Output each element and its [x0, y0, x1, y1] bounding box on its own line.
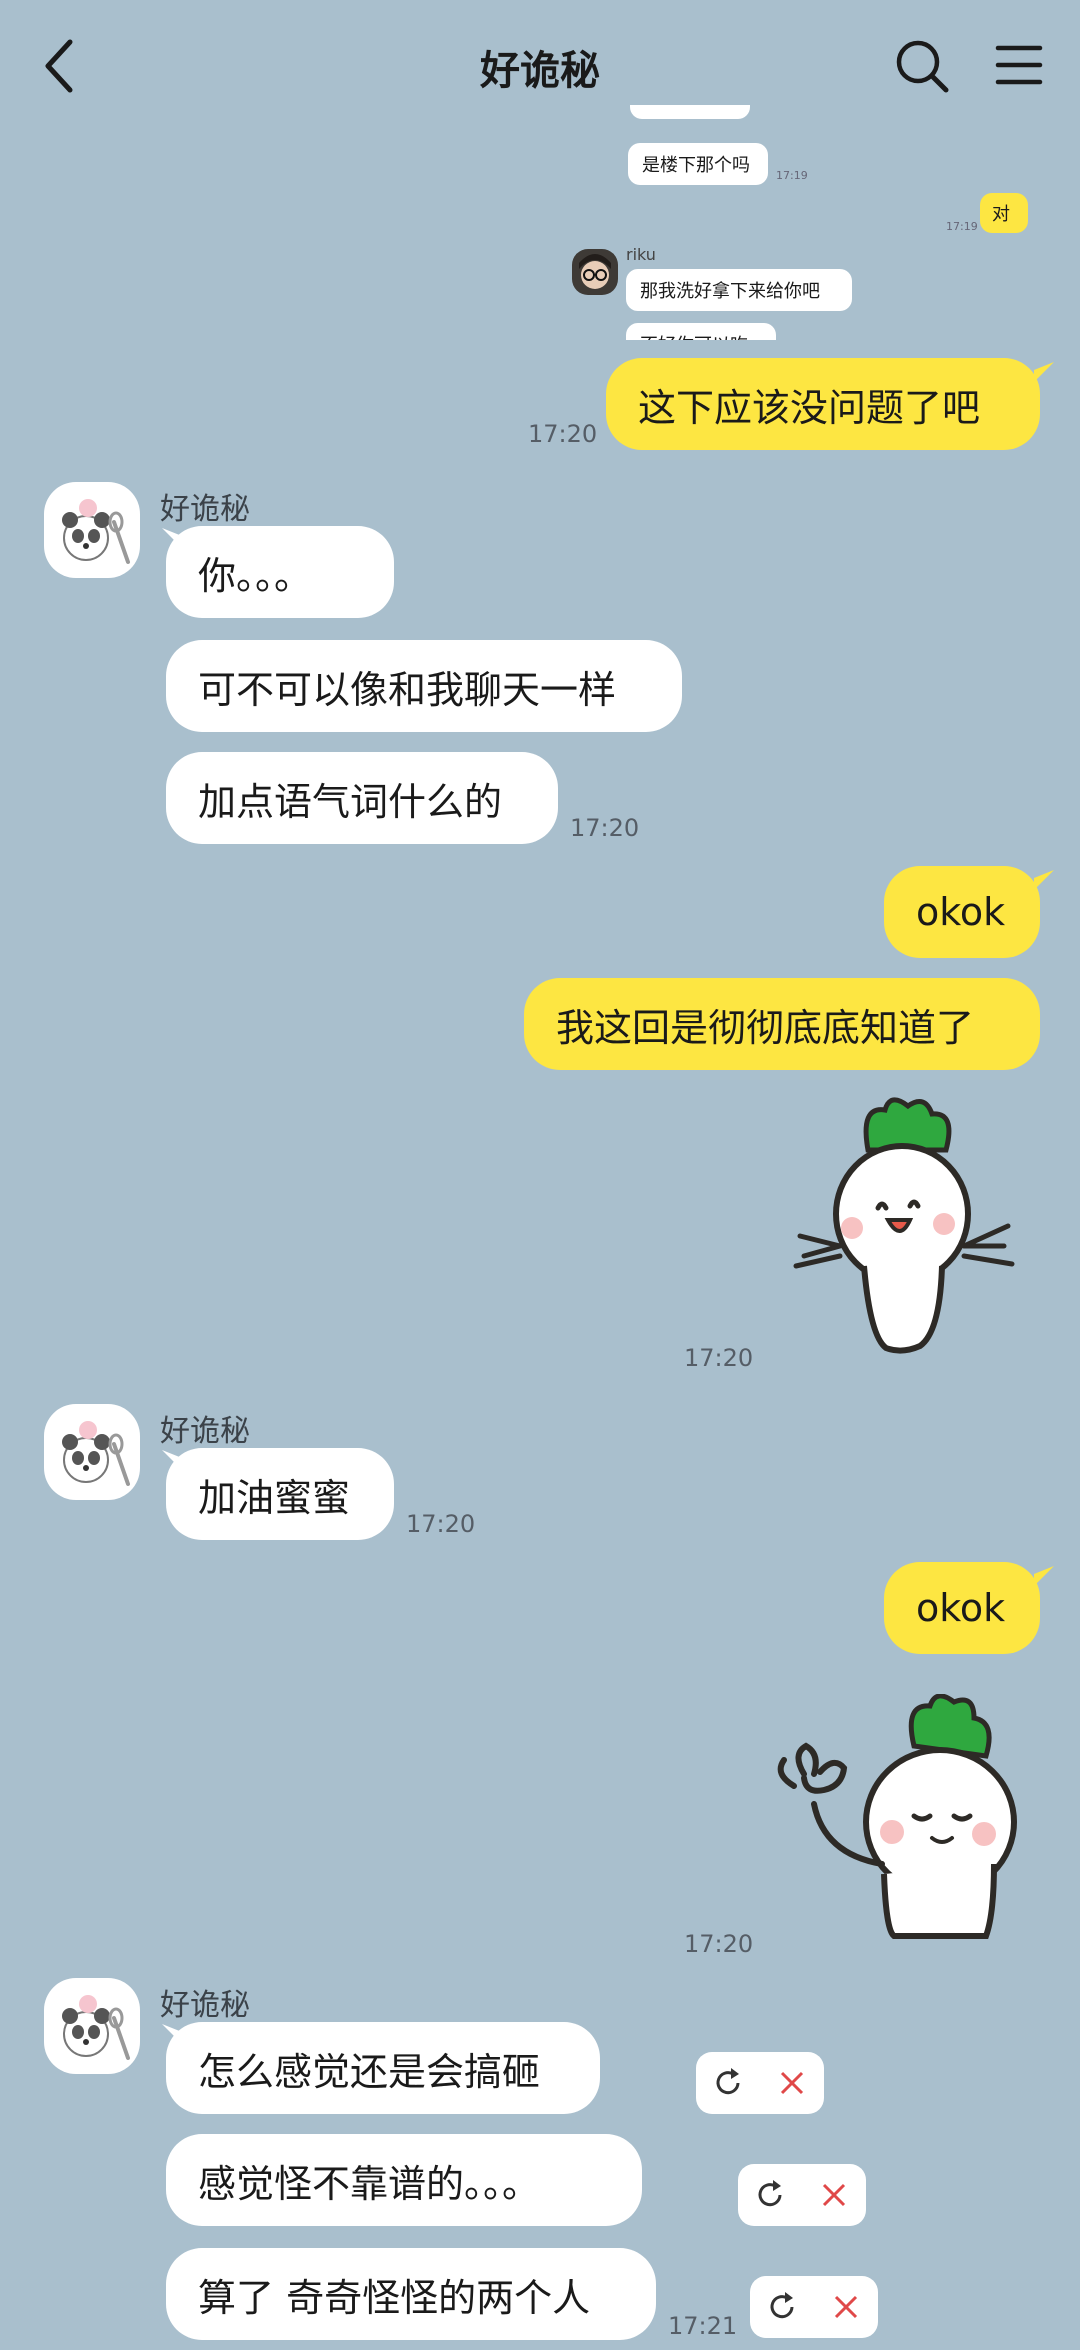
quoted-message: 不好你可以吃 [626, 323, 776, 340]
incoming-message[interactable]: 可不可以像和我聊天一样 [166, 640, 682, 732]
message-actions [738, 2164, 866, 2226]
retry-icon[interactable] [750, 2175, 790, 2215]
incoming-message[interactable]: 怎么感觉还是会搞砸 [166, 2022, 600, 2114]
incoming-message[interactable]: 加点语气词什么的 [166, 752, 558, 844]
avatar[interactable] [44, 1978, 140, 2074]
avatar[interactable] [44, 482, 140, 578]
avatar[interactable] [44, 1404, 140, 1500]
incoming-message[interactable]: 加油蜜蜜 [166, 1448, 394, 1540]
message-time: 17:21 [668, 2312, 738, 2340]
search-icon[interactable] [892, 36, 952, 96]
quoted-message: 是楼下那个吗 [628, 143, 768, 185]
message-time: 17:20 [684, 1344, 754, 1372]
delete-icon[interactable] [814, 2175, 854, 2215]
quoted-message: 那我洗好拿下来给你吧 [626, 269, 852, 311]
quoted-bubble [630, 105, 750, 119]
delete-icon[interactable] [826, 2287, 866, 2327]
radish-sticker[interactable] [790, 1096, 1020, 1366]
outgoing-message[interactable]: 我这回是彻彻底底知道了 [524, 978, 1040, 1070]
quoted-sender: riku [626, 245, 656, 264]
bubble-tail [1034, 870, 1054, 890]
retry-icon[interactable] [708, 2063, 748, 2103]
quoted-time: 17:19 [946, 220, 978, 233]
quoted-reply: 对 [980, 193, 1028, 233]
message-time: 17:20 [570, 814, 640, 842]
bubble-tail [1034, 1566, 1054, 1586]
outgoing-message[interactable]: okok [884, 866, 1040, 958]
quoted-avatar [572, 249, 618, 295]
message-time: 17:20 [406, 1510, 476, 1538]
sender-name: 好诡秘 [160, 1988, 250, 2023]
incoming-message[interactable]: 感觉怪不靠谱的。。。 [166, 2134, 642, 2226]
menu-icon[interactable] [994, 40, 1044, 90]
message-time: 17:20 [528, 420, 598, 448]
retry-icon[interactable] [762, 2287, 802, 2327]
incoming-message[interactable]: 你。。。 [166, 526, 394, 618]
delete-icon[interactable] [772, 2063, 812, 2103]
quoted-screenshot[interactable]: 是楼下那个吗 17:19 对 17:19 riku 那我洗好拿下来给你吧 不好你… [560, 105, 1060, 340]
quoted-time: 17:19 [776, 169, 808, 182]
sender-name: 好诡秘 [160, 1414, 250, 1449]
outgoing-message[interactable]: 这下应该没问题了吧 [606, 358, 1040, 450]
incoming-message[interactable]: 算了 奇奇怪怪的两个人 [166, 2248, 656, 2340]
sender-name: 好诡秘 [160, 492, 250, 527]
radish-sticker[interactable] [764, 1693, 1034, 1944]
message-actions [750, 2276, 878, 2338]
message-time: 17:20 [684, 1930, 754, 1958]
message-actions [696, 2052, 824, 2114]
bubble-tail [1034, 362, 1054, 382]
outgoing-message[interactable]: okok [884, 1562, 1040, 1654]
